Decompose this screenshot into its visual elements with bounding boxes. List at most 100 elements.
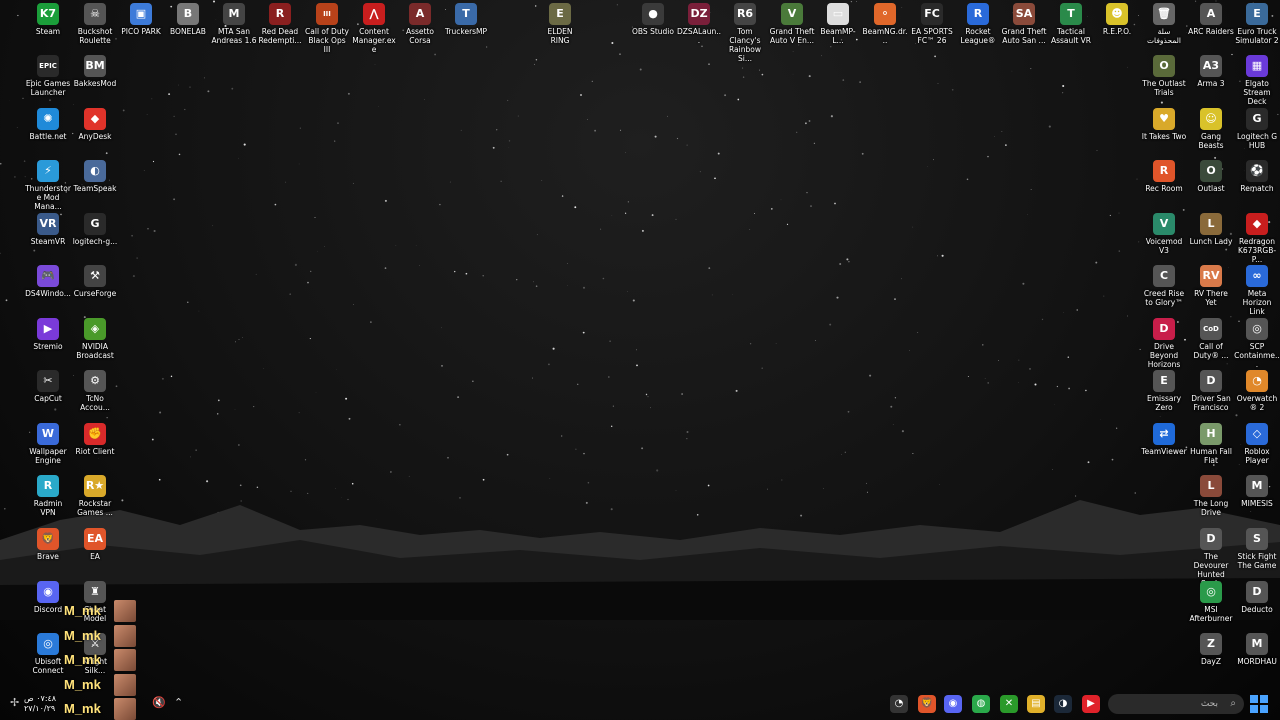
desktop-icon[interactable]: ▣ PICO PARK (118, 3, 164, 36)
desktop-icon[interactable]: EA EA (72, 528, 118, 561)
desktop-icon[interactable]: D Drive Beyond Horizons (1141, 318, 1187, 369)
desktop-icon[interactable]: RV RV There Yet (1188, 265, 1234, 307)
desktop-icon[interactable]: ✂ CapCut (25, 370, 71, 403)
desktop-icon-label: ARC Raiders (1188, 27, 1234, 36)
desktop-icon[interactable]: ⚒ CurseForge (72, 265, 118, 298)
desktop-icon[interactable]: Z DayZ (1188, 633, 1234, 666)
start-button[interactable] (1250, 695, 1268, 713)
desktop-icon[interactable]: ⋀ Content Manager.exe (351, 3, 397, 54)
desktop-icon[interactable]: ☺ Gang Beasts (1188, 108, 1234, 150)
desktop-icon[interactable]: L The Long Drive (1188, 475, 1234, 517)
desktop-icon[interactable]: E ELDEN RING (537, 3, 583, 45)
desktop-icon[interactable]: ☻ R.E.P.O. (1094, 3, 1140, 36)
desktop-icon[interactable]: ⚽ Rematch (1234, 160, 1280, 193)
desktop-icon[interactable]: ☠ Buckshot Roulette (72, 3, 118, 45)
desktop-icon[interactable]: T TruckersMP (443, 3, 489, 36)
taskbar-app-overlay-app[interactable]: ◔ (890, 695, 908, 713)
desktop-icon[interactable]: R6 Tom Clancy's Rainbow Si... (722, 3, 768, 63)
desktop-icon[interactable]: D Driver San Francisco (1188, 370, 1234, 412)
desktop-icon-label: MSI Afterburner (1189, 605, 1233, 623)
desktop-icon[interactable]: L Lunch Lady (1188, 213, 1234, 246)
desktop-icon[interactable]: ◇ Roblox Player (1234, 423, 1280, 465)
desktop-icon[interactable]: K7 Steam (25, 3, 71, 36)
taskbar-app-steam[interactable]: ◑ (1054, 695, 1072, 713)
desktop-icon[interactable]: C Creed Rise to Glory™ (1141, 265, 1187, 307)
desktop-icon[interactable]: M MIMESIS (1234, 475, 1280, 508)
desktop-icon[interactable]: ▦ Elgato Stream Deck (1234, 55, 1280, 106)
taskbar-app-file-explorer[interactable]: ▤ (1027, 695, 1045, 713)
desktop-icon[interactable]: 🎮 DS4Windo... (25, 265, 71, 298)
desktop-icon[interactable]: B BONELAB (165, 3, 211, 36)
desktop-icon[interactable]: ✺ Battle.net (25, 108, 71, 141)
desktop-icon[interactable]: ◎ MSI Afterburner (1188, 581, 1234, 623)
desktop-icon[interactable]: M MTA San Andreas 1.6 (211, 3, 257, 45)
desktop-icon[interactable]: ▭ BeamMP-L... (815, 3, 861, 45)
desktop-icon[interactable]: EPIC Epic Games Launcher (25, 55, 71, 97)
desktop-icon[interactable]: ◐ TeamSpeak (72, 160, 118, 193)
app-icon: E (1246, 3, 1268, 25)
avatar (114, 649, 136, 671)
desktop-icon[interactable]: R Rec Room (1141, 160, 1187, 193)
desktop-icon[interactable]: A3 Arma 3 (1188, 55, 1234, 88)
desktop-icon[interactable]: R Rocket League® (955, 3, 1001, 45)
desktop-icon[interactable]: G Logitech G HUB (1234, 108, 1280, 150)
desktop-icon-label: Content Manager.exe (352, 27, 396, 54)
taskbar-app-discord[interactable]: ◉ (944, 695, 962, 713)
desktop-icon[interactable]: BM BakkesMod (72, 55, 118, 88)
speaker-muted-icon[interactable]: 🔇 (152, 696, 166, 709)
desktop-icon[interactable]: FC EA SPORTS FC™ 26 (909, 3, 955, 45)
desktop-icon[interactable]: D Deducto (1234, 581, 1280, 614)
desktop-icon[interactable]: ♥ It Takes Two (1141, 108, 1187, 141)
desktop-icon[interactable]: ◆ Redragon K673RGB-P... (1234, 213, 1280, 264)
desktop-icon[interactable]: III Call of Duty Black Ops III (304, 3, 350, 54)
desktop-icon[interactable]: O The Outlast Trials (1141, 55, 1187, 97)
app-icon: D (1153, 318, 1175, 340)
desktop-icon[interactable]: ⚙ TcNo Accou... (72, 370, 118, 412)
desktop-icon[interactable]: 🦁 Brave (25, 528, 71, 561)
desktop-icon[interactable]: A ARC Raiders (1188, 3, 1234, 36)
search-input[interactable]: بحث ⌕ (1108, 694, 1244, 714)
desktop-icon[interactable]: T Tactical Assault VR (1048, 3, 1094, 45)
desktop-icon[interactable]: ◆ AnyDesk (72, 108, 118, 141)
desktop-icon[interactable]: DThe Devourer Hunted Souls (1188, 528, 1234, 588)
taskbar-app-xbox[interactable]: ✕ (1000, 695, 1018, 713)
desktop-icon[interactable]: O Outlast (1188, 160, 1234, 193)
desktop-icon[interactable]: CoD Call of Duty® ... (1188, 318, 1234, 360)
desktop-icon[interactable]: A Assetto Corsa (397, 3, 443, 45)
desktop-icon[interactable]: Glogitech-g... (72, 213, 118, 246)
windows-logo-icon (1250, 695, 1258, 703)
desktop-icon[interactable]: VR SteamVR (25, 213, 71, 246)
clock[interactable]: ٠٧:٤٨ ص ٢٧/١٠/٢٩ (24, 694, 56, 714)
desktop-icon[interactable]: DZ DZSALaun... (676, 3, 722, 45)
desktop-icon[interactable]: V Voicemod V3 (1141, 213, 1187, 255)
desktop-icon[interactable]: R Radmin VPN (25, 475, 71, 517)
desktop-icon[interactable]: ⚡ Thunderstore Mod Mana... (25, 160, 71, 211)
desktop-icon[interactable]: ∞ Meta Horizon Link (1234, 265, 1280, 316)
desktop-icon[interactable]: ▶ Stremio (25, 318, 71, 351)
desktop-icon[interactable]: ⇄ TeamViewer (1141, 423, 1187, 456)
desktop-icon[interactable]: 🗑 سلة المحذوفات (1141, 3, 1187, 45)
desktop-icon[interactable]: H Human Fall Flat (1188, 423, 1234, 465)
desktop-icon[interactable]: ◔ Overwatch® 2 (1234, 370, 1280, 412)
chevron-up-icon[interactable]: ⌃ (174, 696, 183, 709)
desktop-icon[interactable]: S Stick Fight The Game (1234, 528, 1280, 570)
taskbar-app-chrome[interactable]: ◍ (972, 695, 990, 713)
desktop-icon[interactable]: E Euro Truck Simulator 2 (1234, 3, 1280, 45)
taskbar-app-youtube[interactable]: ▶ (1082, 695, 1100, 713)
desktop-icon[interactable]: R Red Dead Redempti... (257, 3, 303, 45)
desktop-icon[interactable]: ◈ NVIDIA Broadcast (72, 318, 118, 360)
desktop-icon[interactable]: W Wallpaper Engine (25, 423, 71, 465)
desktop-icon[interactable]: ✊ Riot Client (72, 423, 118, 456)
desktop-icon[interactable]: R★ Rockstar Games ... (72, 475, 118, 517)
app-icon: ⚬ (874, 3, 896, 25)
app-icon: 🎮 (37, 265, 59, 287)
desktop-icon[interactable]: SA Grand Theft Auto San ... (1001, 3, 1047, 45)
desktop-icon[interactable]: ⚬ BeamNG.dr... (862, 3, 908, 45)
desktop-icon[interactable]: ● OBS Studio (630, 3, 676, 36)
taskbar-app-brave[interactable]: 🦁 (918, 695, 936, 713)
desktop-icon[interactable]: V Grand Theft Auto V En... (769, 3, 815, 45)
desktop-icon[interactable]: M MORDHAU (1234, 633, 1280, 666)
desktop-icon[interactable]: ◎ SCP Containme... (1234, 318, 1280, 369)
desktop-icon[interactable]: E Emissary Zero (1141, 370, 1187, 412)
network-icon[interactable]: ✢ (10, 696, 19, 709)
